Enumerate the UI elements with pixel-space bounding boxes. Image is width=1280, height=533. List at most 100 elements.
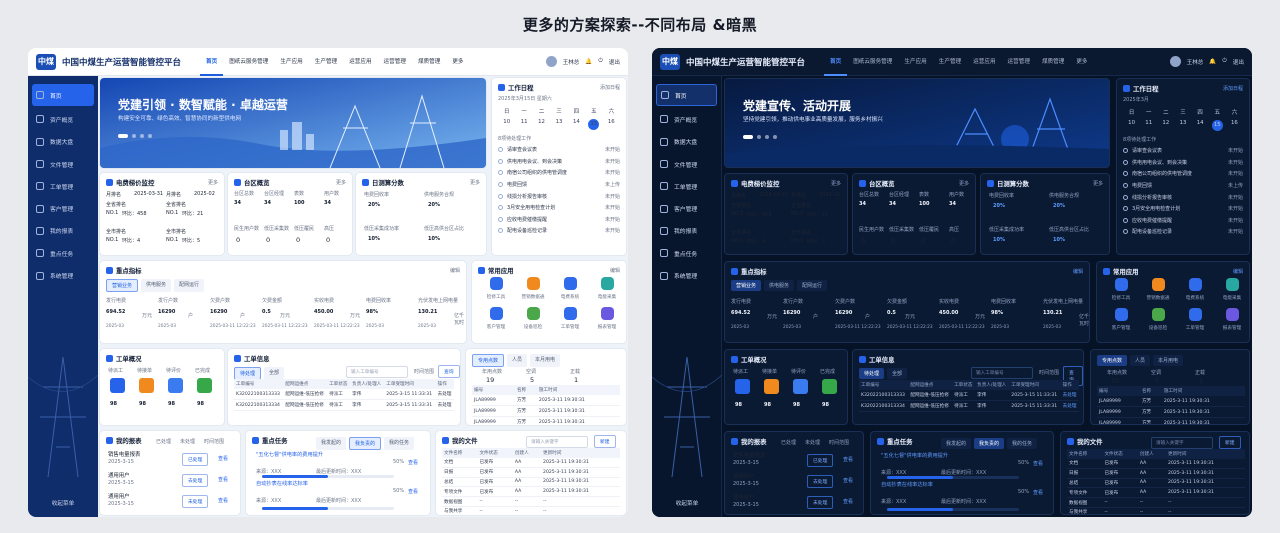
task-tab[interactable]: 我的任务 (1007, 438, 1038, 449)
calendar-day[interactable]: 10 (498, 119, 515, 130)
app-shortcut[interactable]: 工单管理 (554, 307, 586, 330)
nav-item[interactable]: 首页 (824, 48, 848, 76)
app-shortcut[interactable]: 营销数据通 (1142, 278, 1174, 301)
logout-button[interactable]: 退出 (609, 58, 620, 66)
sidebar-item[interactable]: 资产概览 (652, 108, 721, 130)
report-view-link[interactable]: 查看 (218, 476, 228, 483)
user-name[interactable]: 王林总 (563, 58, 580, 66)
sidebar-item[interactable]: 重点任务 (28, 242, 98, 264)
add-schedule-link[interactable]: 添加日程 (1223, 85, 1243, 92)
time-range[interactable]: 时间范围 (414, 368, 434, 375)
carousel-dot[interactable] (773, 135, 777, 139)
todo-item[interactable]: 南宿公司组织的供电管调度 未开始 (498, 167, 620, 179)
carousel-dot[interactable] (743, 135, 753, 139)
nav-item[interactable]: 运营管理 (1002, 48, 1036, 76)
user-tab[interactable]: 本月用电 (1153, 355, 1184, 366)
sidebar-item[interactable]: 客户管理 (28, 197, 98, 219)
sidebar-item[interactable]: 重点任务 (652, 242, 721, 264)
task-tab[interactable]: 我发起的 (316, 437, 347, 450)
report-status-button[interactable]: 未处理 (807, 496, 834, 509)
nav-item[interactable]: 生产管理 (309, 48, 343, 76)
table-row[interactable]: 日报 已发布 AA 2025-3-11 19:30:31 (442, 467, 620, 478)
file-search-input[interactable]: 请输入关键字 (526, 436, 588, 448)
task-view-link[interactable]: 查看 (408, 459, 418, 466)
calendar-day[interactable]: 15 (1211, 120, 1223, 131)
task-name[interactable]: 自动抄表在线率达标率 (256, 480, 308, 487)
todo-item[interactable]: 应收电费催缴提醒 未开始 (498, 214, 620, 226)
carousel-dot[interactable] (140, 134, 144, 138)
app-shortcut[interactable]: 电费系统 (554, 277, 586, 300)
user-tab[interactable]: 本月用电 (530, 354, 561, 367)
todo-item[interactable]: 3月安全用电检查计划 未开始 (1123, 203, 1243, 215)
more-link[interactable]: 更多 (1093, 180, 1103, 187)
carousel-dot[interactable] (757, 135, 761, 139)
table-row[interactable]: 总结 已发布 AA 2025-3-11 19:30:31 (442, 477, 620, 488)
nav-item[interactable]: 运营应用 (967, 48, 1001, 76)
calendar-day[interactable]: 10 (1123, 120, 1140, 131)
report-filter[interactable]: 未处理 (805, 439, 820, 446)
sidebar-item[interactable]: 我的报表 (28, 220, 98, 242)
task-view-link[interactable]: 查看 (1033, 460, 1043, 467)
todo-item[interactable]: 供电用电会议、到会决策 未开始 (1123, 157, 1243, 169)
calendar-day[interactable]: 16 (1226, 120, 1243, 131)
report-view-link[interactable]: 查看 (843, 477, 853, 484)
add-schedule-link[interactable]: 添加日程 (600, 84, 620, 91)
task-name[interactable]: "五化七督"供电率的费用提升 (256, 451, 323, 458)
report-view-link[interactable]: 查看 (843, 456, 853, 463)
wo-search-input[interactable]: 输入工单编号 (971, 367, 1033, 379)
app-shortcut[interactable]: 电能采集 (1216, 278, 1248, 301)
task-view-link[interactable]: 查看 (408, 488, 418, 495)
report-status-button[interactable]: 已处理 (807, 454, 834, 467)
sidebar-item[interactable]: 工单管理 (652, 175, 721, 197)
carousel-dots[interactable] (743, 135, 777, 139)
row-action-link[interactable]: 去处理 (435, 399, 454, 411)
task-name[interactable]: 自动抄表在线率达标率 (881, 481, 933, 488)
todo-item[interactable]: 线损分析报告审核 未开始 (1123, 191, 1243, 203)
app-shortcut[interactable]: 营销数据通 (517, 277, 549, 300)
todo-item[interactable]: 应收电费催缴提醒 未开始 (1123, 215, 1243, 227)
task-tab[interactable]: 我的任务 (384, 437, 415, 450)
task-tab[interactable]: 我发起的 (941, 438, 972, 449)
report-status-button[interactable]: 未处理 (182, 495, 209, 508)
calendar-day[interactable]: 11 (515, 119, 532, 130)
calendar-day[interactable]: 13 (550, 119, 567, 130)
sidebar-item[interactable]: 系统管理 (652, 264, 721, 286)
nav-item[interactable]: 运营管理 (378, 48, 412, 76)
kpi-tab[interactable]: 配网运行 (174, 279, 205, 292)
report-status-button[interactable]: 去处理 (182, 474, 209, 487)
row-action-link[interactable]: 去处理 (435, 389, 454, 400)
row-action-link[interactable]: 去处理 (1060, 390, 1079, 401)
carousel-dot[interactable] (148, 134, 152, 138)
app-shortcut[interactable]: 客户管理 (1105, 308, 1137, 331)
report-filter[interactable]: 未处理 (180, 438, 195, 445)
carousel-dot[interactable] (132, 134, 136, 138)
sidebar-item[interactable]: 首页 (656, 84, 717, 107)
new-file-button[interactable]: 新建 (1219, 436, 1241, 449)
todo-item[interactable]: 请审查会议表 未开始 (498, 144, 620, 156)
nav-item[interactable]: 图纸云服务管理 (223, 48, 274, 76)
collapse-menu-button[interactable]: 收起菜单 (652, 499, 722, 507)
carousel-dots[interactable] (118, 134, 152, 138)
calendar-day[interactable]: 15 (588, 119, 600, 130)
file-search-input[interactable]: 请输入关键字 (1151, 437, 1213, 449)
kpi-tab[interactable]: 供电服务 (764, 280, 795, 291)
sidebar-item[interactable]: 数据大盘 (652, 131, 721, 153)
nav-item[interactable]: 图纸云服务管理 (847, 48, 898, 76)
table-row[interactable]: 与我共享 -- -- -- (1067, 507, 1245, 514)
task-name[interactable]: "五化七督"供电率的费用提升 (881, 452, 948, 459)
kpi-tab[interactable]: 营销业务 (731, 280, 762, 291)
sidebar-item[interactable]: 资产概览 (28, 108, 98, 130)
report-filter[interactable]: 已处理 (156, 438, 171, 445)
user-name[interactable]: 王林总 (1187, 58, 1204, 66)
kpi-tab[interactable]: 配网运行 (797, 280, 828, 291)
new-file-button[interactable]: 新建 (594, 435, 616, 448)
todo-item[interactable]: 电费回馈 未上传 (498, 179, 620, 191)
app-shortcut[interactable]: 检修工具 (480, 277, 512, 300)
carousel-dot[interactable] (765, 135, 769, 139)
wo-search-input[interactable]: 输入工单编号 (346, 366, 408, 378)
logout-icon[interactable]: ⏻ (1222, 58, 1226, 65)
time-range[interactable]: 时间范围 (1039, 369, 1059, 376)
app-shortcut[interactable]: 报表管理 (591, 307, 623, 330)
wo-tab[interactable]: 待处理 (859, 368, 885, 379)
edit-link[interactable]: 编辑 (1073, 268, 1083, 275)
